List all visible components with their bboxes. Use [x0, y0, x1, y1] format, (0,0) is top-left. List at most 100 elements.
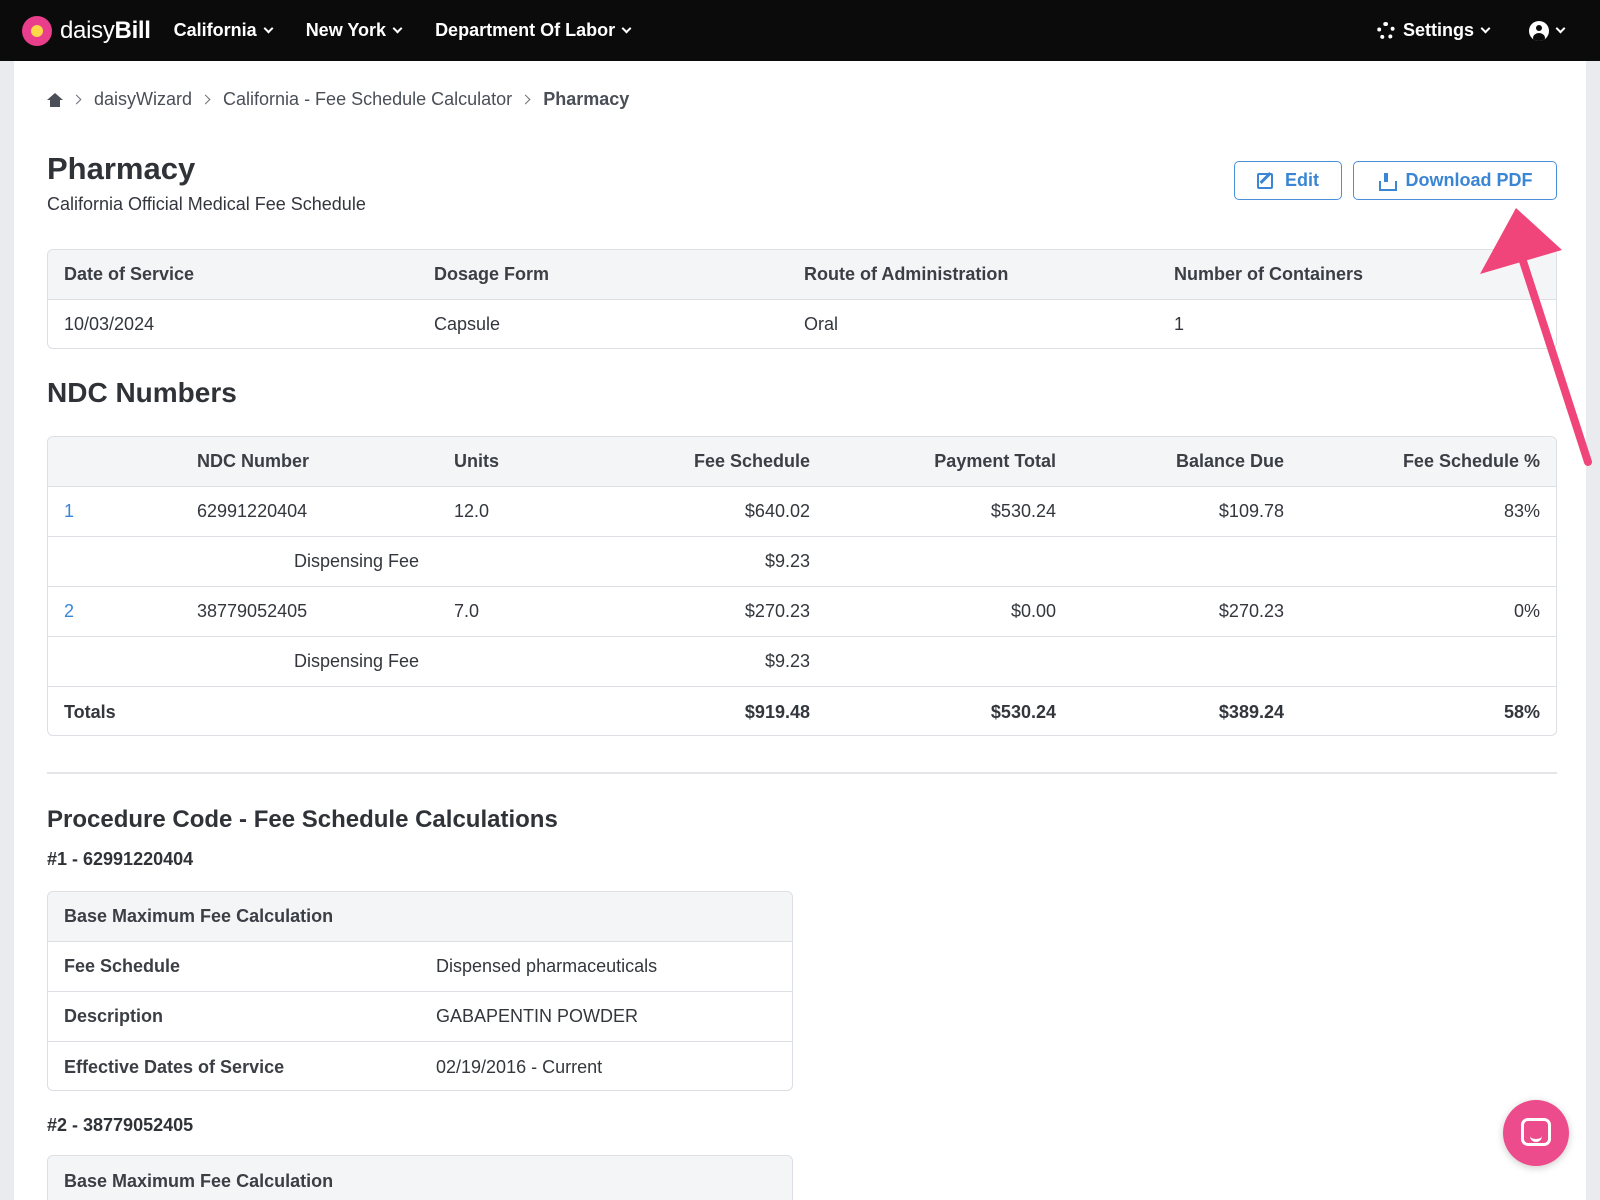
breadcrumb-link-fee-calculator[interactable]: California - Fee Schedule Calculator: [223, 89, 512, 110]
totals-label: Totals: [64, 701, 116, 722]
ndc-table: NDC Number Units Fee Schedule Payment To…: [47, 436, 1557, 736]
table-row: 1 62991220404 12.0 $640.02 $530.24 $109.…: [48, 487, 1556, 537]
edit-button[interactable]: Edit: [1234, 161, 1342, 200]
chevron-down-icon: [1480, 23, 1491, 34]
total-fee-schedule: $919.48: [744, 701, 810, 722]
balance-due: $109.78: [1218, 501, 1284, 521]
column-header: Payment Total: [934, 451, 1056, 471]
base-max-fee-table: Base Maximum Fee Calculation Fee Schedul…: [47, 891, 793, 1091]
totals-row: Totals $919.48 $530.24 $389.24 58%: [48, 687, 1556, 735]
table-row: Effective Dates of Service 02/19/2016 - …: [48, 1042, 792, 1090]
annotation-arrow: [1480, 208, 1592, 466]
table-title: Base Maximum Fee Calculation: [64, 1170, 334, 1191]
nav-menu-california[interactable]: California: [173, 20, 274, 41]
breadcrumb: daisyWizard California - Fee Schedule Ca…: [47, 89, 629, 110]
table-row: 10/03/2024 Capsule Oral 1: [48, 300, 1556, 348]
route-value: Oral: [804, 314, 839, 334]
column-header: Fee Schedule: [693, 451, 810, 471]
row-value: GABAPENTIN POWDER: [436, 1006, 639, 1026]
column-header: Units: [454, 451, 499, 471]
settings-menu[interactable]: Settings: [1376, 20, 1491, 41]
total-fee-schedule-percent: 58%: [1503, 701, 1540, 722]
service-info-table: Date of Service Dosage Form Route of Adm…: [47, 249, 1557, 349]
payment-total: $530.24: [990, 501, 1056, 521]
base-max-fee-table: Base Maximum Fee Calculation: [47, 1155, 793, 1200]
dispensing-fee-label: Dispensing Fee: [294, 551, 420, 571]
chevron-right-icon: [71, 94, 82, 105]
fee-schedule: $640.02: [744, 501, 810, 521]
fee-schedule: $270.23: [744, 601, 810, 621]
dispensing-fee-value: $9.23: [764, 651, 810, 671]
home-icon[interactable]: [47, 92, 63, 107]
brand-logo-link[interactable]: daisyBill: [22, 15, 151, 46]
total-payment: $530.24: [990, 701, 1056, 722]
brand-name: daisyBill: [60, 16, 151, 44]
nav-menu-label: New York: [305, 20, 387, 40]
payment-total: $0.00: [1010, 601, 1056, 621]
top-navbar: daisyBill California New York Department…: [0, 0, 1600, 61]
row-label: Description: [64, 1006, 164, 1026]
table-header-row: Base Maximum Fee Calculation: [48, 892, 792, 942]
chat-icon: [1521, 1118, 1551, 1146]
balance-due: $270.23: [1218, 601, 1284, 621]
breadcrumb-current: Pharmacy: [543, 89, 630, 109]
table-row: Dispensing Fee $9.23: [48, 637, 1556, 687]
chevron-right-icon: [520, 94, 531, 105]
nav-menu-label: Department Of Labor: [435, 20, 616, 40]
units: 12.0: [454, 501, 490, 521]
procedure-section-title: Procedure Code - Fee Schedule Calculatio…: [47, 806, 558, 833]
row-value: Dispensed pharmaceuticals: [436, 956, 658, 976]
dispensing-fee-label: Dispensing Fee: [294, 651, 420, 671]
dispensing-fee-value: $9.23: [764, 551, 810, 571]
table-row: Dispensing Fee $9.23: [48, 537, 1556, 587]
procedure-item-heading: #2 - 38779052405: [47, 1115, 194, 1135]
table-title: Base Maximum Fee Calculation: [64, 906, 334, 926]
row-value: 02/19/2016 - Current: [436, 1056, 603, 1077]
table-row: 2 38779052405 7.0 $270.23 $0.00 $270.23 …: [48, 587, 1556, 637]
column-header: Dosage Form: [434, 264, 550, 284]
chevron-down-icon: [263, 23, 274, 34]
column-header: NDC Number: [197, 451, 310, 471]
ndc-number: 38779052405: [197, 601, 308, 621]
edit-icon: [1257, 172, 1273, 189]
procedure-item-heading: #1 - 62991220404: [47, 849, 194, 869]
table-header-row: Date of Service Dosage Form Route of Adm…: [48, 250, 1556, 300]
ndc-row-link[interactable]: 1: [64, 487, 74, 536]
nav-menu-label: California: [173, 20, 257, 40]
user-circle-icon: [1529, 20, 1549, 41]
containers-value: 1: [1174, 314, 1185, 334]
nav-menu-new-york[interactable]: New York: [305, 20, 403, 41]
breadcrumb-link-daisywizard[interactable]: daisyWizard: [94, 89, 192, 110]
chevron-right-icon: [200, 94, 211, 105]
total-balance-due: $389.24: [1218, 701, 1284, 722]
chat-launcher-button[interactable]: [1503, 1100, 1569, 1166]
table-row: Fee Schedule Dispensed pharmaceuticals: [48, 942, 792, 992]
chevron-down-icon: [621, 23, 632, 34]
user-menu[interactable]: [1529, 20, 1566, 41]
edit-button-label: Edit: [1285, 170, 1319, 190]
dosage-form-value: Capsule: [434, 314, 501, 334]
nav-menu-department-of-labor[interactable]: Department Of Labor: [435, 20, 632, 41]
section-divider: [47, 772, 1557, 774]
date-of-service-value: 10/03/2024: [64, 314, 155, 334]
fee-schedule-percent: 83%: [1503, 501, 1540, 521]
ndc-row-link[interactable]: 2: [64, 587, 74, 636]
row-label: Effective Dates of Service: [64, 1056, 285, 1077]
chevron-down-icon: [1555, 23, 1566, 34]
row-label: Fee Schedule: [64, 956, 181, 976]
table-header-row: NDC Number Units Fee Schedule Payment To…: [48, 437, 1556, 487]
download-pdf-button[interactable]: Download PDF: [1353, 161, 1557, 200]
daisy-logo-icon: [22, 15, 52, 46]
column-header: Number of Containers: [1174, 264, 1364, 284]
column-header: Balance Due: [1175, 451, 1284, 471]
download-icon: [1378, 172, 1397, 191]
chevron-down-icon: [392, 23, 403, 34]
ndc-section-title: NDC Numbers: [47, 377, 237, 408]
table-header-row: Base Maximum Fee Calculation: [48, 1156, 792, 1200]
fee-schedule-percent: 0%: [1513, 601, 1540, 621]
download-button-label: Download PDF: [1405, 170, 1533, 190]
units: 7.0: [454, 601, 480, 621]
page-subtitle: California Official Medical Fee Schedule: [47, 194, 366, 214]
settings-label: Settings: [1402, 20, 1474, 40]
gear-icon: [1376, 21, 1395, 40]
